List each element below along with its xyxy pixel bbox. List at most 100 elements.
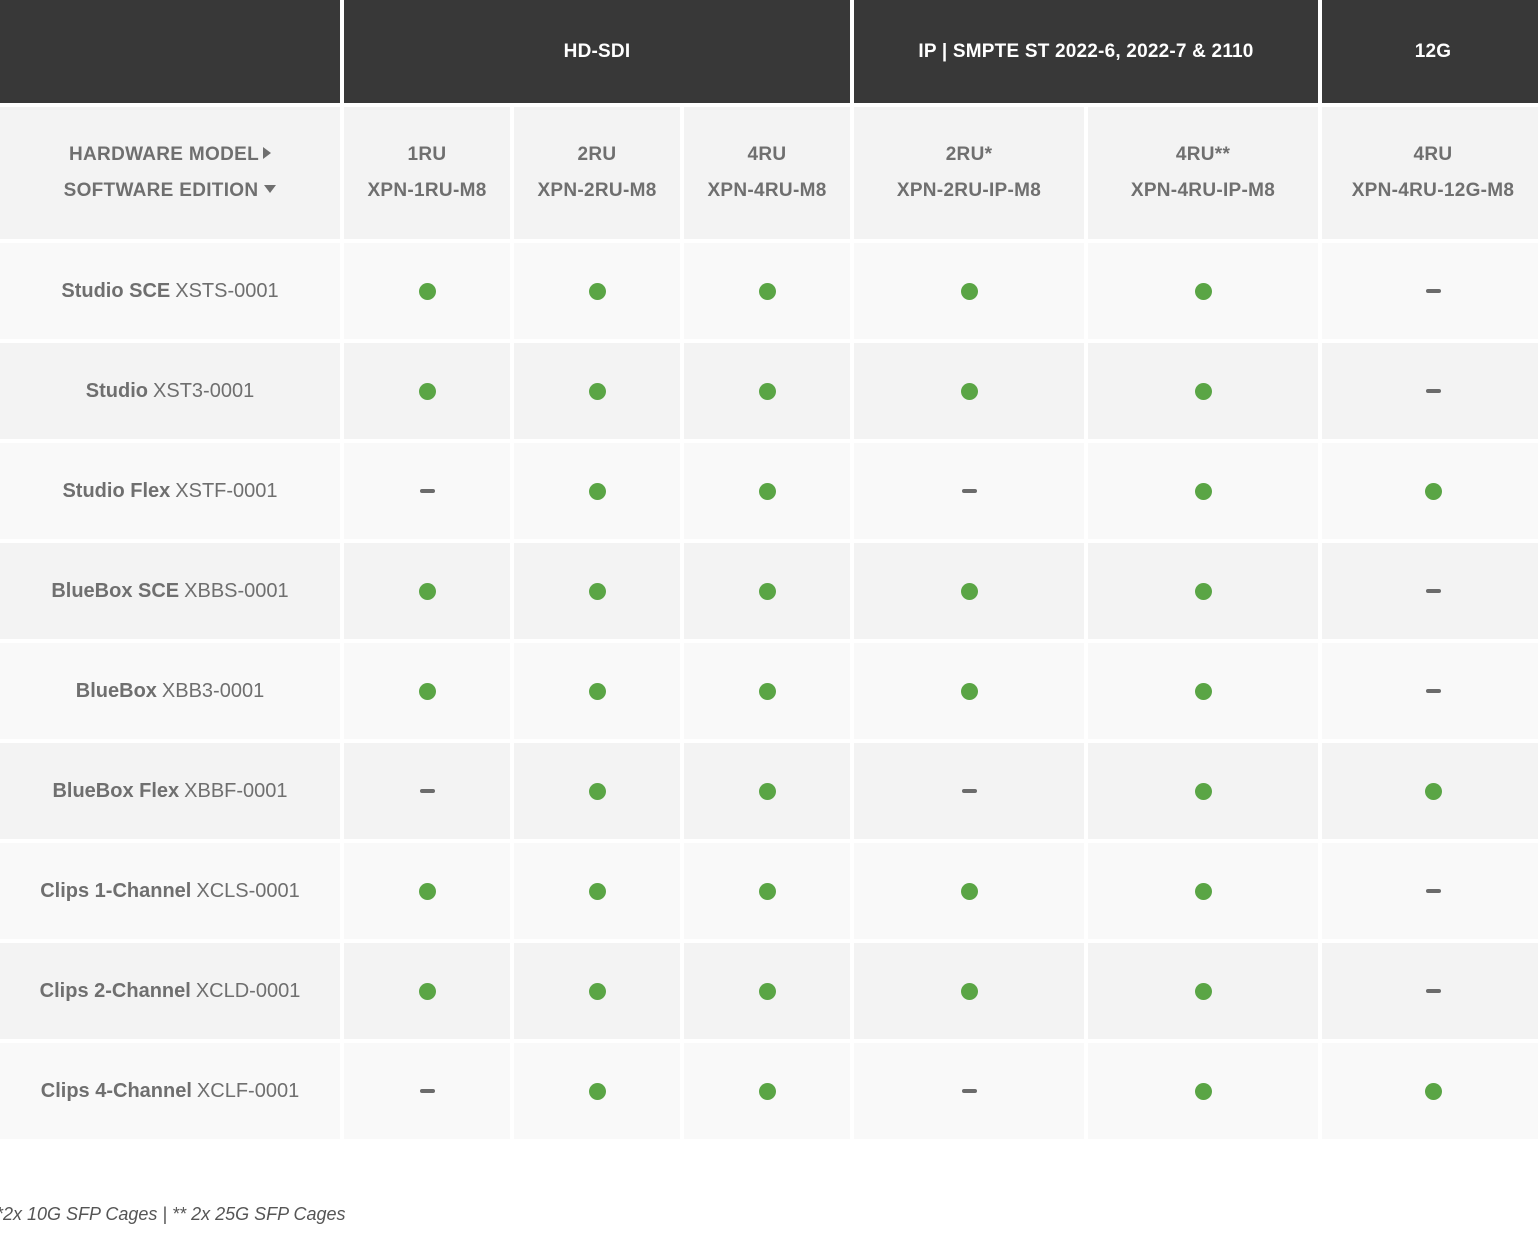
supported-dot-icon: [960, 382, 978, 400]
header-corner: [0, 0, 340, 103]
support-cell: [854, 543, 1084, 639]
support-cell: [1322, 843, 1538, 939]
support-cell: [1088, 843, 1318, 939]
supported-dot-icon: [418, 882, 436, 900]
supported-dot-icon: [1424, 782, 1442, 800]
column-model: XPN-4RU-M8: [707, 180, 827, 201]
support-cell: [1322, 443, 1538, 539]
supported-dot-icon: [588, 1082, 606, 1100]
support-cell: [1088, 543, 1318, 639]
supported-dot-icon: [1194, 482, 1212, 500]
column-size: 2RU: [577, 144, 617, 165]
not-supported-dash-icon: [1425, 989, 1441, 993]
column-header: 4RU XPN-4RU-M8: [684, 107, 850, 239]
triangle-down-icon: [264, 185, 277, 193]
supported-dot-icon: [588, 382, 606, 400]
column-size: 4RU: [1413, 144, 1453, 165]
support-cell: [854, 843, 1084, 939]
supported-dot-icon: [1194, 882, 1212, 900]
corner-labels: HARDWARE MODEL SOFTWARE EDITION: [0, 107, 340, 239]
support-cell: [1322, 343, 1538, 439]
supported-dot-icon: [758, 782, 776, 800]
support-cell: [684, 643, 850, 739]
triangle-right-icon: [262, 147, 271, 159]
supported-dot-icon: [758, 382, 776, 400]
support-cell: [684, 243, 850, 339]
supported-dot-icon: [1424, 1082, 1442, 1100]
supported-dot-icon: [1194, 282, 1212, 300]
supported-dot-icon: [758, 682, 776, 700]
supported-dot-icon: [588, 482, 606, 500]
edition-code: XBBF-0001: [184, 779, 288, 802]
support-cell: [684, 843, 850, 939]
support-cell: [1322, 743, 1538, 839]
support-cell: [854, 243, 1084, 339]
support-cell: [1322, 243, 1538, 339]
support-cell: [344, 343, 510, 439]
edition-code: XCLS-0001: [196, 879, 300, 902]
support-cell: [344, 943, 510, 1039]
software-edition-row-label: Clips 4-Channel XCLF-0001: [0, 1043, 340, 1139]
compatibility-table: HD-SDI IP | SMPTE ST 2022-6, 2022-7 & 21…: [0, 0, 1538, 1139]
software-edition-row-label: Studio SCE XSTS-0001: [0, 243, 340, 339]
not-supported-dash-icon: [961, 1089, 977, 1093]
supported-dot-icon: [960, 582, 978, 600]
support-cell: [684, 943, 850, 1039]
support-cell: [1088, 643, 1318, 739]
supported-dot-icon: [588, 782, 606, 800]
supported-dot-icon: [588, 582, 606, 600]
support-cell: [854, 643, 1084, 739]
supported-dot-icon: [588, 882, 606, 900]
support-cell: [854, 1043, 1084, 1139]
not-supported-dash-icon: [1425, 889, 1441, 893]
not-supported-dash-icon: [1425, 589, 1441, 593]
software-edition-row-label: BlueBox Flex XBBF-0001: [0, 743, 340, 839]
support-cell: [854, 743, 1084, 839]
support-cell: [684, 343, 850, 439]
edition-code: XCLF-0001: [196, 1079, 300, 1102]
not-supported-dash-icon: [419, 789, 435, 793]
group-header-12g: 12G: [1322, 0, 1538, 103]
support-cell: [344, 1043, 510, 1139]
support-cell: [344, 743, 510, 839]
supported-dot-icon: [1194, 1082, 1212, 1100]
edition-name: Studio SCE: [61, 279, 171, 302]
edition-name: Studio: [85, 379, 149, 402]
support-cell: [1088, 443, 1318, 539]
not-supported-dash-icon: [419, 1089, 435, 1093]
edition-name: BlueBox SCE: [51, 579, 180, 602]
support-cell: [1088, 1043, 1318, 1139]
column-size: 1RU: [407, 144, 447, 165]
group-header-ip: IP | SMPTE ST 2022-6, 2022-7 & 2110: [854, 0, 1318, 103]
support-cell: [1322, 543, 1538, 639]
edition-code: XBBS-0001: [184, 579, 289, 602]
edition-name: Clips 2-Channel: [39, 979, 191, 1002]
software-edition-row-label: BlueBox SCE XBBS-0001: [0, 543, 340, 639]
support-cell: [854, 343, 1084, 439]
not-supported-dash-icon: [1425, 289, 1441, 293]
column-model: XPN-1RU-M8: [367, 180, 487, 201]
column-size: 2RU*: [945, 144, 993, 165]
edition-name: Clips 4-Channel: [40, 1079, 192, 1102]
supported-dot-icon: [588, 682, 606, 700]
support-cell: [1322, 1043, 1538, 1139]
column-size: 4RU**: [1175, 144, 1231, 165]
software-edition-row-label: Clips 1-Channel XCLS-0001: [0, 843, 340, 939]
support-cell: [514, 443, 680, 539]
supported-dot-icon: [960, 682, 978, 700]
support-cell: [514, 543, 680, 639]
column-size: 4RU: [747, 144, 787, 165]
supported-dot-icon: [960, 882, 978, 900]
support-cell: [514, 343, 680, 439]
support-cell: [1088, 943, 1318, 1039]
supported-dot-icon: [1194, 982, 1212, 1000]
supported-dot-icon: [960, 982, 978, 1000]
supported-dot-icon: [588, 282, 606, 300]
column-header: 2RU XPN-2RU-M8: [514, 107, 680, 239]
column-model: XPN-2RU-IP-M8: [896, 180, 1042, 201]
supported-dot-icon: [1424, 482, 1442, 500]
not-supported-dash-icon: [1425, 689, 1441, 693]
edition-code: XSTF-0001: [175, 479, 278, 502]
software-edition-label: SOFTWARE EDITION: [64, 173, 277, 209]
support-cell: [344, 443, 510, 539]
